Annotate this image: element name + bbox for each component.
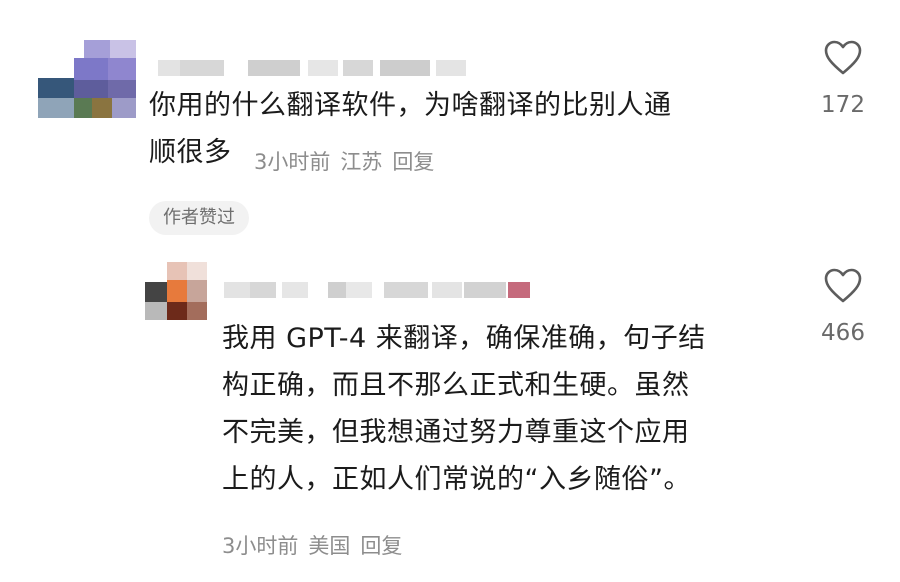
avatar[interactable] (145, 262, 207, 320)
reply-meta: 3小时前 美国 回复 (222, 530, 412, 560)
reply-text: 我用 GPT-4 来翻译，确保准确，句子结 构正确，而且不那么正式和生硬。虽然 … (222, 323, 706, 495)
avatar[interactable] (38, 40, 136, 118)
timestamp: 3小时前 (222, 534, 299, 558)
location: 美国 (308, 534, 351, 558)
heart-outline-icon (824, 40, 862, 75)
username[interactable] (224, 282, 554, 298)
author-liked-badge: 作者赞过 (149, 201, 249, 235)
reply-button[interactable]: 回复 (360, 534, 402, 558)
comment-meta: 3小时前 江苏 回复 (254, 146, 444, 176)
location: 江苏 (340, 150, 383, 174)
like-count: 172 (821, 92, 865, 118)
timestamp: 3小时前 (254, 150, 331, 174)
heart-outline-icon (824, 268, 862, 303)
like-button[interactable]: 466 (813, 268, 873, 346)
like-count: 466 (821, 320, 865, 346)
reply-button[interactable]: 回复 (392, 150, 434, 174)
like-button[interactable]: 172 (813, 40, 873, 118)
username[interactable] (158, 60, 468, 76)
